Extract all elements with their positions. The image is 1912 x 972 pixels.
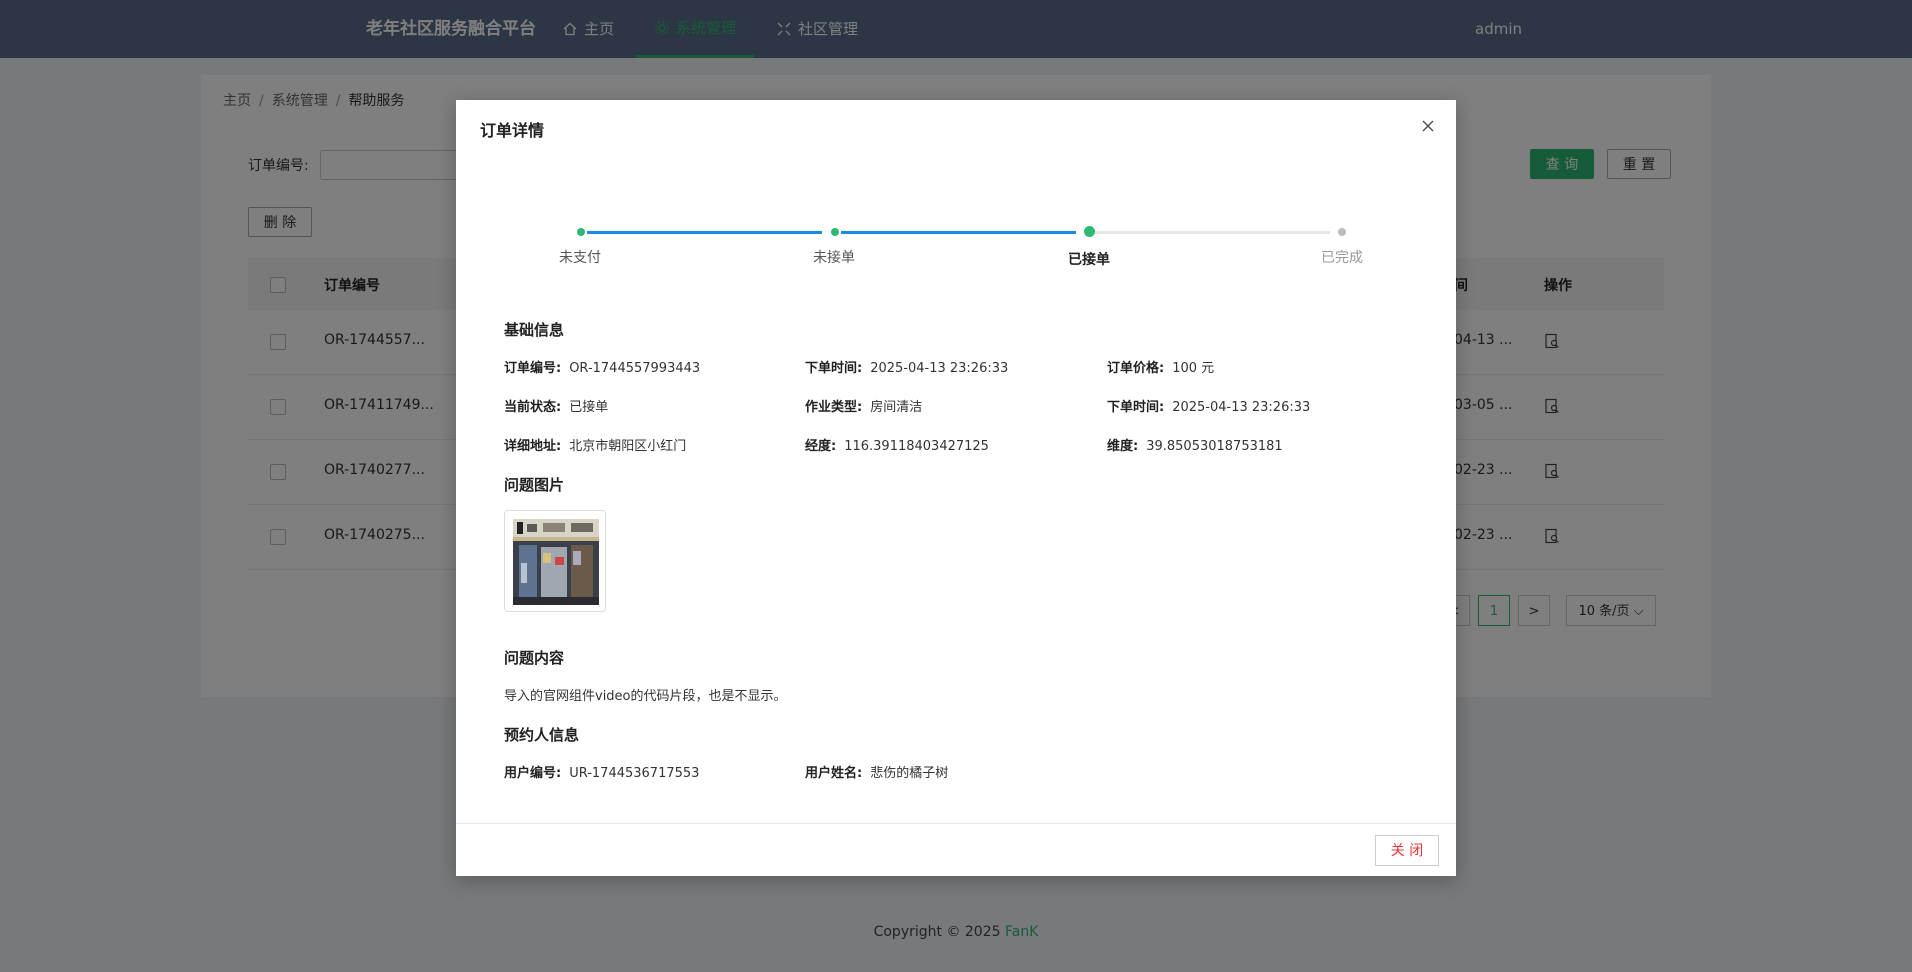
step-label-unpaid: 未支付 — [559, 250, 601, 266]
field-current-status: 当前状态: 已接单 — [504, 400, 609, 415]
field-order-time-2: 下单时间: 2025-04-13 23:26:33 — [1107, 400, 1311, 415]
step-dot-unpaid — [577, 228, 585, 236]
field-order-no: 订单编号: OR-1744557993443 — [504, 361, 701, 376]
field-order-time: 下单时间: 2025-04-13 23:26:33 — [805, 361, 1009, 376]
step-dot-accepted — [1084, 226, 1095, 237]
step-connector — [1095, 231, 1330, 234]
step-dot-completed — [1338, 228, 1346, 236]
step-dot-unaccepted — [831, 228, 839, 236]
problem-image-thumbnail[interactable] — [504, 510, 606, 612]
section-basic-info: 基础信息 — [504, 321, 565, 339]
section-problem-content: 问题内容 — [504, 649, 565, 667]
field-longitude: 经度: 116.39118403427125 — [805, 439, 989, 454]
section-problem-images: 问题图片 — [504, 476, 565, 494]
field-user-no: 用户编号: UR-1744536717553 — [504, 766, 700, 781]
step-connector — [587, 231, 822, 234]
problem-content-text: 导入的官网组件video的代码片段，也是不显示。 — [504, 689, 787, 704]
field-latitude: 维度: 39.85053018753181 — [1107, 439, 1283, 454]
field-order-price: 订单价格: 100 元 — [1107, 361, 1215, 376]
close-icon[interactable] — [1420, 118, 1436, 134]
modal-title: 订单详情 — [480, 121, 545, 140]
field-job-type: 作业类型: 房间清洁 — [805, 400, 923, 415]
step-label-unaccepted: 未接单 — [813, 250, 855, 266]
order-progress-steps: 未支付 未接单 已接单 已完成 — [559, 223, 1363, 268]
field-address: 详细地址: 北京市朝阳区小红门 — [504, 439, 687, 454]
step-connector — [841, 231, 1076, 234]
section-booker-info: 预约人信息 — [504, 726, 580, 744]
close-button[interactable]: 关 闭 — [1375, 835, 1439, 866]
order-detail-modal: 订单详情 未支付 未接单 已接单 已完成 基础信息 订单编号: OR-174455… — [456, 100, 1456, 876]
step-label-completed: 已完成 — [1321, 250, 1363, 266]
step-label-accepted: 已接单 — [1068, 252, 1110, 268]
storefront-photo — [513, 519, 599, 605]
field-user-name: 用户姓名: 悲伤的橘子树 — [805, 766, 949, 781]
modal-footer-divider — [456, 823, 1456, 824]
